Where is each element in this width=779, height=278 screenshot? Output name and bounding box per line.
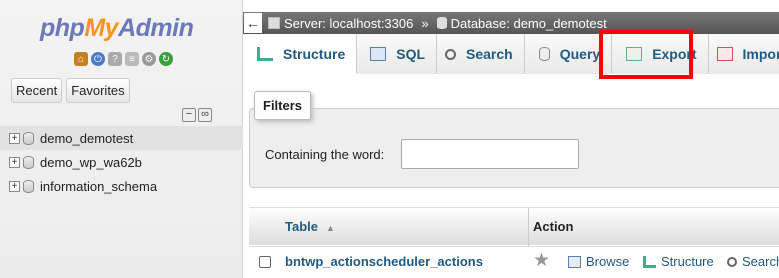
db-label[interactable]: demo_demotest xyxy=(40,131,133,146)
gear-icon[interactable]: ⚙ xyxy=(142,52,156,66)
sort-arrow-icon[interactable]: ▲ xyxy=(326,223,335,233)
database-icon xyxy=(23,155,34,169)
main-menu: Structure SQL Search Query Export Import xyxy=(249,34,779,74)
search-action[interactable]: Search xyxy=(727,254,779,269)
breadcrumb: ← Server: localhost:3306 » Database: dem… xyxy=(243,12,779,34)
link-icon[interactable]: ∞ xyxy=(198,108,212,122)
filter-label: Containing the word: xyxy=(265,147,385,162)
import-icon xyxy=(716,47,733,61)
tab-search[interactable]: Search xyxy=(437,34,525,74)
server-icon xyxy=(268,17,280,29)
filter-input[interactable] xyxy=(401,139,579,169)
nav-tabs: Recent Favorites xyxy=(11,78,130,103)
db-label[interactable]: demo_wp_wa62b xyxy=(40,155,142,170)
navigation-panel: phpMyAdmin ⌂ ⏻ ? ≡ ⚙ ↻ Recent Favorites … xyxy=(0,0,243,278)
column-header-table[interactable]: Table ▲ xyxy=(285,219,335,234)
reload-icon[interactable]: ↻ xyxy=(159,52,173,66)
logout-icon[interactable]: ⏻ xyxy=(91,52,105,66)
row-checkbox[interactable] xyxy=(259,256,271,268)
home-icon[interactable]: ⌂ xyxy=(74,52,88,66)
tree-controls: − ∞ xyxy=(182,108,212,122)
breadcrumb-database[interactable]: Database: demo_demotest xyxy=(451,16,607,31)
export-highlight-box xyxy=(599,30,693,79)
docs-icon[interactable]: ? xyxy=(108,52,122,66)
filters-legend: Filters xyxy=(254,91,312,120)
column-header-action: Action xyxy=(528,208,573,246)
browse-action[interactable]: Browse xyxy=(568,254,629,269)
database-icon xyxy=(23,131,34,145)
table-row: bntwp_actionscheduler_actions ★ Browse S… xyxy=(249,246,779,278)
database-icon xyxy=(23,179,34,193)
expand-icon[interactable]: + xyxy=(9,156,20,168)
query-icon xyxy=(538,47,550,61)
tab-sql[interactable]: SQL xyxy=(357,34,438,74)
breadcrumb-server[interactable]: Server: localhost:3306 xyxy=(284,16,413,31)
favorite-star-icon[interactable]: ★ xyxy=(533,249,550,272)
expand-icon[interactable]: + xyxy=(9,132,20,144)
nav-icon-bar: ⌂ ⏻ ? ≡ ⚙ ↻ xyxy=(74,52,173,66)
breadcrumb-separator: » xyxy=(421,15,429,31)
search-icon xyxy=(445,48,457,60)
database-icon xyxy=(436,17,447,29)
db-label[interactable]: information_schema xyxy=(40,179,157,194)
db-item-information-schema[interactable]: + information_schema xyxy=(0,174,243,198)
breadcrumb-database-wrap: Database: demo_demotest xyxy=(436,16,607,31)
database-tree: + demo_demotest + demo_wp_wa62b + inform… xyxy=(0,126,243,198)
phpmyadmin-logo[interactable]: phpMyAdmin xyxy=(40,14,194,43)
table-header: Table ▲ Action xyxy=(249,207,779,246)
expand-icon[interactable]: + xyxy=(9,180,20,192)
structure-icon xyxy=(257,46,273,61)
collapse-all-icon[interactable]: − xyxy=(182,108,196,122)
favorites-tab[interactable]: Favorites xyxy=(66,78,130,103)
tab-structure[interactable]: Structure xyxy=(249,34,358,74)
recent-tab[interactable]: Recent xyxy=(11,78,63,103)
db-item-demo-wp-wa62b[interactable]: + demo_wp_wa62b xyxy=(0,150,243,174)
structure-action[interactable]: Structure xyxy=(643,254,714,269)
tab-import[interactable]: Import xyxy=(708,34,779,74)
browse-icon xyxy=(568,255,581,268)
sql-docs-icon[interactable]: ≡ xyxy=(125,52,139,66)
search-icon xyxy=(727,256,737,267)
sql-icon xyxy=(370,47,387,61)
structure-icon xyxy=(643,255,656,268)
db-item-demo-demotest[interactable]: + demo_demotest xyxy=(0,126,243,150)
table-name-link[interactable]: bntwp_actionscheduler_actions xyxy=(285,254,483,269)
back-arrow-icon[interactable]: ← xyxy=(244,13,262,33)
